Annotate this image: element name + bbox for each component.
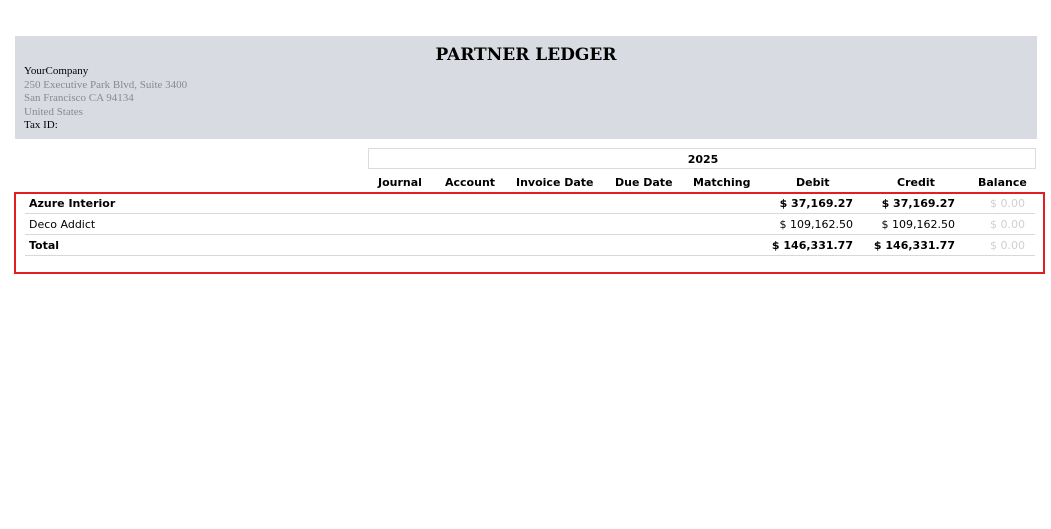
credit-value: $ 37,169.27 bbox=[881, 197, 955, 210]
ledger-row-azure-interior[interactable]: Azure Interior $ 37,169.27 $ 37,169.27 $… bbox=[25, 193, 1035, 214]
table-bottom-divider bbox=[25, 255, 1035, 256]
report-title: PARTNER LEDGER bbox=[435, 45, 617, 65]
balance-value: $ 0.00 bbox=[990, 218, 1025, 231]
report-header: PARTNER LEDGER YourCompany 250 Executive… bbox=[15, 36, 1037, 139]
company-tax-id: Tax ID: bbox=[24, 119, 58, 131]
column-journal: Journal bbox=[378, 176, 422, 189]
total-balance: $ 0.00 bbox=[990, 239, 1025, 252]
column-matching: Matching bbox=[693, 176, 751, 189]
total-debit: $ 146,331.77 bbox=[771, 239, 853, 252]
company-city: San Francisco CA 94134 bbox=[24, 92, 134, 104]
partner-name[interactable]: Azure Interior bbox=[29, 197, 115, 210]
balance-value: $ 0.00 bbox=[990, 197, 1025, 210]
ledger-row-deco-addict[interactable]: Deco Addict $ 109,162.50 $ 109,162.50 $ … bbox=[25, 214, 1035, 235]
column-due-date: Due Date bbox=[615, 176, 673, 189]
debit-value: $ 37,169.27 bbox=[779, 197, 853, 210]
column-credit: Credit bbox=[897, 176, 935, 189]
company-name: YourCompany bbox=[24, 65, 89, 77]
company-address: YourCompany 250 Executive Park Blvd, Sui… bbox=[24, 65, 187, 133]
partner-name[interactable]: Deco Addict bbox=[29, 218, 95, 231]
total-credit: $ 146,331.77 bbox=[873, 239, 955, 252]
column-balance: Balance bbox=[978, 176, 1027, 189]
debit-value: $ 109,162.50 bbox=[779, 218, 853, 231]
company-street: 250 Executive Park Blvd, Suite 3400 bbox=[24, 78, 188, 91]
column-account: Account bbox=[445, 176, 496, 189]
column-debit: Debit bbox=[796, 176, 830, 189]
period-year: 2025 bbox=[687, 153, 719, 166]
ledger-row-total: Total $ 146,331.77 $ 146,331.77 $ 0.00 bbox=[25, 235, 1035, 256]
total-label: Total bbox=[29, 239, 60, 252]
company-country: United States bbox=[24, 105, 83, 118]
column-invoice-date: Invoice Date bbox=[516, 176, 594, 189]
period-header: 2025 bbox=[368, 148, 1036, 169]
credit-value: $ 109,162.50 bbox=[881, 218, 955, 231]
